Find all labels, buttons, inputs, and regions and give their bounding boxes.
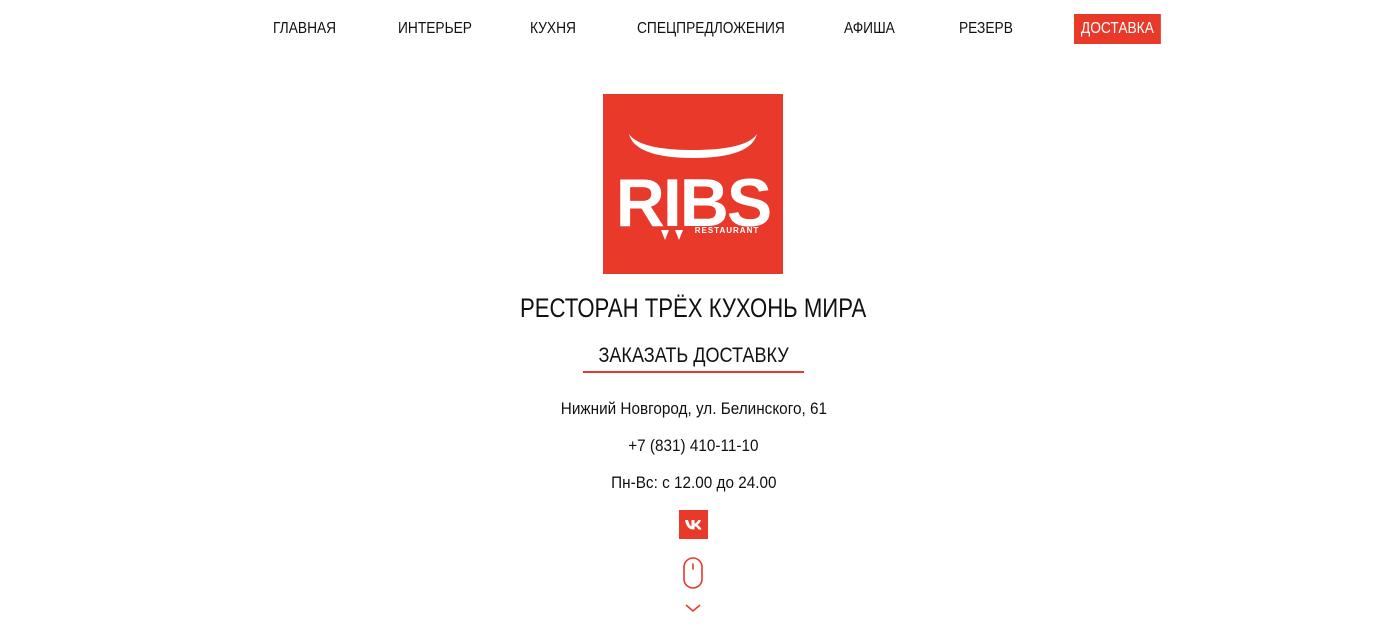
nav-item-events[interactable]: АФИША [844,14,895,44]
phone-text[interactable]: +7 (831) 410-11-10 [628,435,758,457]
nav-item-reservation[interactable]: РЕЗЕРВ [959,14,1013,44]
address-text: Нижний Новгород, ул. Белинского, 61 [560,399,827,418]
main-navigation: ГЛАВНАЯ ИНТЕРЬЕР КУХНЯ СПЕЦПРЕДЛОЖЕНИЯ А… [0,14,1387,44]
nav-item-home[interactable]: ГЛАВНАЯ [273,14,336,44]
phone-line: +7 (831) 410-11-10 [0,435,1387,457]
nav-item-delivery[interactable]: ДОСТАВКА [1074,14,1161,44]
vk-glyph [685,520,702,530]
restaurant-logo[interactable]: RIBS RESTAURANT [603,94,783,274]
order-delivery-link[interactable]: ЗАКАЗАТЬ ДОСТАВКУ [582,342,805,373]
chevron-glyph [685,604,701,613]
nav-item-special-offers[interactable]: СПЕЦПРЕДЛОЖЕНИЯ [637,14,785,44]
hours-line: Пн-Вс: с 12.00 до 24.00 [0,472,1387,494]
page-headline: РЕСТОРАН ТРЁХ КУХОНЬ МИРА [0,291,1387,325]
nav-item-interior[interactable]: ИНТЕРЬЕР [398,14,472,44]
chevron-down-icon[interactable] [684,600,702,613]
mouse-icon[interactable] [683,557,703,589]
mouse-glyph [683,557,703,589]
ribs-logo-mark: RIBS RESTAURANT [616,134,772,241]
vk-icon[interactable] [679,510,708,539]
headline-text: РЕСТОРАН ТРЁХ КУХОНЬ МИРА [520,293,867,323]
logo-subtext: RESTAURANT [695,226,760,235]
nav-item-kitchen[interactable]: КУХНЯ [530,14,576,44]
cta-container: ЗАКАЗАТЬ ДОСТАВКУ [0,342,1387,373]
order-delivery-label: ЗАКАЗАТЬ ДОСТАВКУ [598,344,789,367]
hours-text: Пн-Вс: с 12.00 до 24.00 [610,473,777,492]
address-line: Нижний Новгород, ул. Белинского, 61 [0,398,1387,420]
